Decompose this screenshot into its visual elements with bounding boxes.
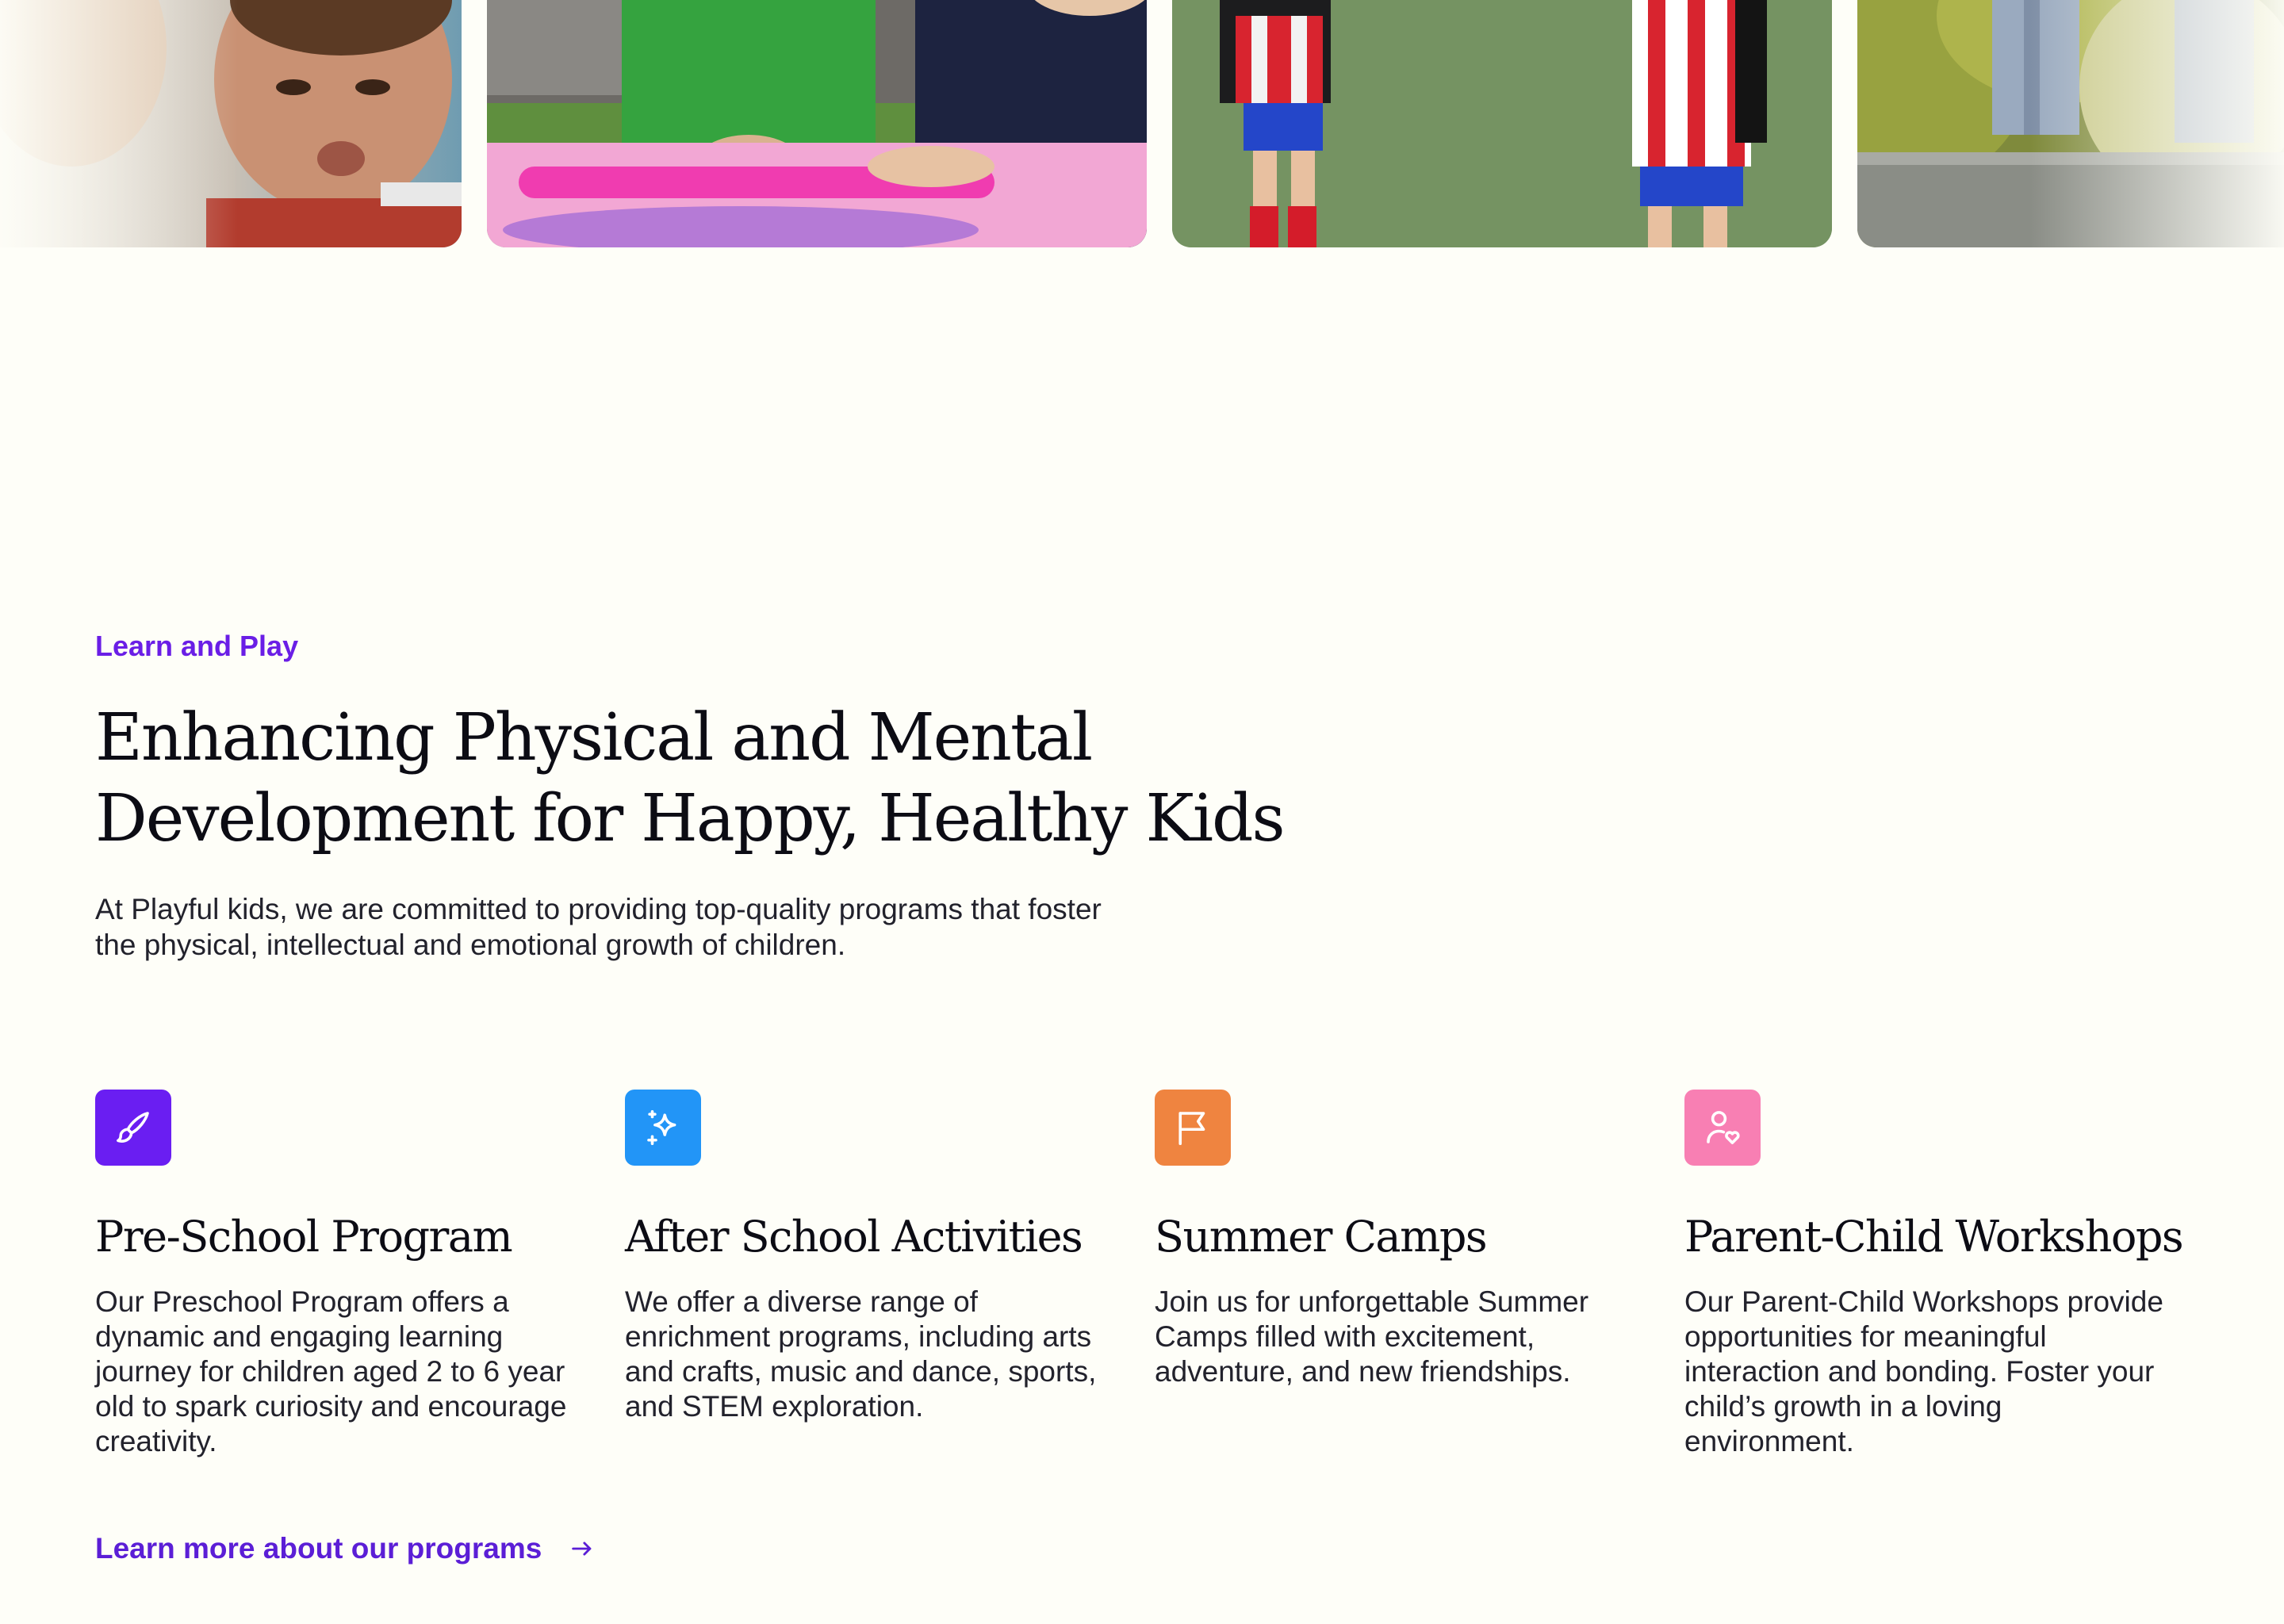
program-card-summer-camps: Summer Camps Join us for unforgettable S…	[1155, 1090, 1646, 1389]
photo-kids-on-wall	[1857, 0, 2284, 247]
learn-more-programs-link[interactable]: Learn more about our programs	[95, 1532, 596, 1565]
learn-more-programs-label: Learn more about our programs	[95, 1532, 542, 1565]
program-card-preschool: Pre-School Program Our Preschool Program…	[95, 1090, 587, 1459]
program-title: After School Activities	[625, 1212, 1083, 1262]
photo-fade	[0, 0, 238, 247]
section-eyebrow: Learn and Play	[95, 630, 299, 662]
sparkles-icon	[625, 1090, 701, 1166]
program-description: Join us for unforgettable Summer Camps f…	[1155, 1285, 1589, 1388]
program-description: Our Parent-Child Workshops provide oppor…	[1684, 1285, 2163, 1457]
user-heart-icon	[1684, 1090, 1761, 1166]
photo-kids-playing-soccer	[1172, 0, 1832, 247]
photo-kids-at-paddling-pool	[487, 0, 1147, 247]
program-title: Summer Camps	[1155, 1212, 1488, 1262]
program-card-parent-child: Parent-Child Workshops Our Parent-Child …	[1684, 1090, 2184, 1459]
photo-gallery	[0, 0, 2284, 247]
photo-boy-making-face	[0, 0, 462, 247]
section-heading-line-2: Development for Happy, Healthy Kids	[95, 781, 1286, 856]
photo-fade	[2030, 0, 2284, 247]
flag-icon	[1155, 1090, 1231, 1166]
section-heading: Enhancing Physical and Mental Developmen…	[95, 698, 1301, 860]
program-title: Pre-School Program	[95, 1212, 513, 1262]
paintbrush-icon	[95, 1090, 171, 1166]
section-intro: At Playful kids, we are committed to pro…	[95, 893, 1102, 961]
section-heading-line-1: Enhancing Physical and Mental	[95, 700, 1093, 776]
program-description: We offer a diverse range of enrichment p…	[625, 1285, 1097, 1423]
program-card-after-school: After School Activities We offer a diver…	[625, 1090, 1117, 1424]
program-description: Our Preschool Program offers a dynamic a…	[95, 1285, 567, 1457]
program-title: Parent-Child Workshops	[1684, 1212, 2184, 1262]
arrow-right-icon	[572, 1542, 592, 1556]
